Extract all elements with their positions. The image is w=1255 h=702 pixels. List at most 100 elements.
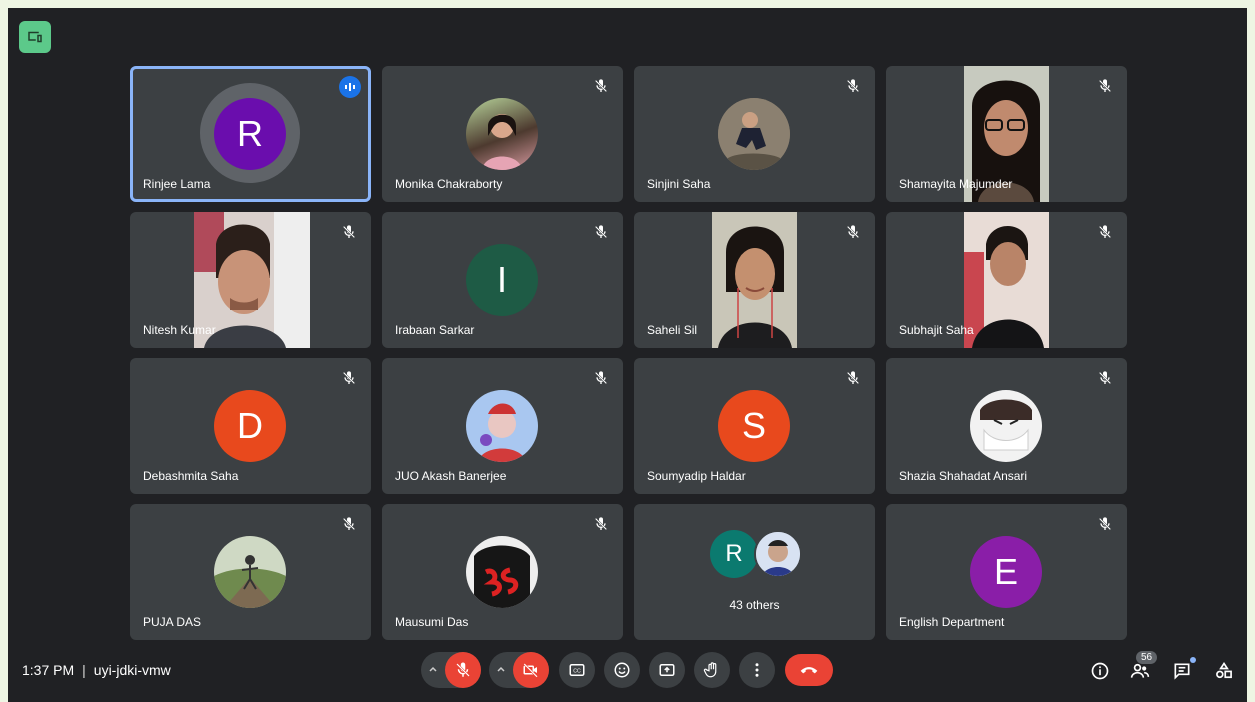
end-call-button-shape[interactable] xyxy=(785,654,833,686)
activities-button[interactable] xyxy=(1212,659,1236,683)
participant-name: English Department xyxy=(899,615,1005,629)
meeting-time: 1:37 PM xyxy=(22,662,75,678)
others-avatars: R xyxy=(710,530,810,582)
end-call-button[interactable] xyxy=(785,654,833,686)
participant-name: Shamayita Majumder xyxy=(899,177,1013,191)
mic-toggle-button[interactable] xyxy=(445,652,481,688)
mic-pill xyxy=(421,652,481,688)
chat-notification-dot xyxy=(1190,657,1196,663)
participant-tile[interactable]: Mausumi Das xyxy=(382,504,623,640)
meeting-info-separator: | xyxy=(82,662,86,678)
participant-tile[interactable]: Monika Chakraborty xyxy=(382,66,623,202)
participant-name: Nitesh Kumar xyxy=(143,323,216,337)
avatar: R xyxy=(214,98,286,170)
mic-control xyxy=(421,652,481,688)
participant-name: Irabaan Sarkar xyxy=(395,323,475,337)
raise-hand-button-shape[interactable] xyxy=(694,652,730,688)
avatar xyxy=(214,536,286,608)
camera-toggle-button[interactable] xyxy=(513,652,549,688)
participant-tile[interactable]: Subhajit Saha xyxy=(886,212,1127,348)
mic-off-icon xyxy=(593,78,609,94)
raise-hand-button[interactable] xyxy=(694,652,730,688)
avatar xyxy=(754,530,802,578)
more-options-button-shape[interactable] xyxy=(739,652,775,688)
present-now-button-shape[interactable] xyxy=(649,652,685,688)
chat-icon xyxy=(1172,661,1192,681)
info-icon xyxy=(1090,661,1110,681)
participant-tile[interactable]: Shamayita Majumder xyxy=(886,66,1127,202)
mic-off-icon xyxy=(593,370,609,386)
mic-off-icon xyxy=(845,224,861,240)
participant-name: Mausumi Das xyxy=(395,615,469,629)
mic-options-button[interactable] xyxy=(421,652,445,688)
avatar: I xyxy=(466,244,538,316)
participant-tile[interactable]: E English Department xyxy=(886,504,1127,640)
meeting-stage: R Rinjee Lama Monika Chakraborty Sinjini… xyxy=(8,8,1247,702)
present-now-button[interactable] xyxy=(649,652,685,688)
participant-tile[interactable]: S Soumyadip Haldar xyxy=(634,358,875,494)
avatar xyxy=(718,98,790,170)
end-call-icon xyxy=(799,660,819,680)
avatar: E xyxy=(970,536,1042,608)
participant-tile[interactable]: PUJA DAS xyxy=(130,504,371,640)
svg-text:CC: CC xyxy=(573,668,581,674)
participant-count-badge: 56 xyxy=(1136,651,1158,664)
participant-name: PUJA DAS xyxy=(143,615,202,629)
camera-off-icon xyxy=(522,661,540,679)
present-button[interactable] xyxy=(19,21,51,53)
avatar xyxy=(466,98,538,170)
emoji-icon xyxy=(613,661,631,679)
avatar xyxy=(466,536,538,608)
avatar-initial: I xyxy=(496,259,507,300)
mic-off-icon xyxy=(593,516,609,532)
control-bar: 1:37 PM | uyi-jdki-vmw CC 56 xyxy=(8,642,1247,702)
captions-button-shape[interactable]: CC xyxy=(559,652,595,688)
captions-icon: CC xyxy=(568,661,586,679)
mic-off-icon xyxy=(454,661,472,679)
video-feed xyxy=(964,212,1049,348)
avatar-initial: D xyxy=(237,405,263,446)
captions-button[interactable]: CC xyxy=(559,652,595,688)
people-button[interactable]: 56 xyxy=(1128,651,1158,683)
participant-tile[interactable]: I Irabaan Sarkar xyxy=(382,212,623,348)
participant-name: Subhajit Saha xyxy=(899,323,974,337)
mic-off-icon xyxy=(845,78,861,94)
mic-off-icon xyxy=(341,370,357,386)
participant-tile[interactable]: Saheli Sil xyxy=(634,212,875,348)
more-vert-icon xyxy=(748,661,766,679)
emoji-button-shape[interactable] xyxy=(604,652,640,688)
chat-button[interactable] xyxy=(1170,657,1196,683)
avatar-initial: E xyxy=(993,551,1018,592)
others-count: 43 others xyxy=(729,598,780,612)
mic-off-icon xyxy=(845,370,861,386)
avatar-initial: R xyxy=(725,540,743,567)
participant-name: Soumyadip Haldar xyxy=(647,469,746,483)
emoji-button[interactable] xyxy=(604,652,640,688)
camera-options-button[interactable] xyxy=(489,652,513,688)
more-options-button[interactable] xyxy=(739,652,775,688)
participant-name: Rinjee Lama xyxy=(143,177,211,191)
avatar-initial: R xyxy=(237,113,263,154)
activities-icon xyxy=(1214,661,1234,681)
participant-tile[interactable]: D Debashmita Saha xyxy=(130,358,371,494)
avatar-initial: S xyxy=(741,405,766,446)
mic-off-icon xyxy=(1097,224,1113,240)
participant-name: Shazia Shahadat Ansari xyxy=(899,469,1028,483)
participant-tile[interactable]: JUO Akash Banerjee xyxy=(382,358,623,494)
people-icon xyxy=(1130,661,1150,681)
camera-pill xyxy=(489,652,549,688)
participant-tile[interactable]: R Rinjee Lama xyxy=(130,66,371,202)
camera-control xyxy=(489,652,549,688)
meeting-details-button[interactable] xyxy=(1088,659,1112,683)
avatar xyxy=(466,390,538,462)
mic-off-icon xyxy=(341,516,357,532)
participant-name: Debashmita Saha xyxy=(143,469,239,483)
others-tile[interactable]: R 43 others xyxy=(634,504,875,640)
present-screen-icon xyxy=(658,661,676,679)
participant-tile[interactable]: Sinjini Saha xyxy=(634,66,875,202)
participant-tile[interactable]: Nitesh Kumar xyxy=(130,212,371,348)
mic-off-icon xyxy=(1097,78,1113,94)
meeting-info: 1:37 PM | uyi-jdki-vmw xyxy=(22,662,171,678)
raise-hand-icon xyxy=(703,661,721,679)
participant-tile[interactable]: Shazia Shahadat Ansari xyxy=(886,358,1127,494)
